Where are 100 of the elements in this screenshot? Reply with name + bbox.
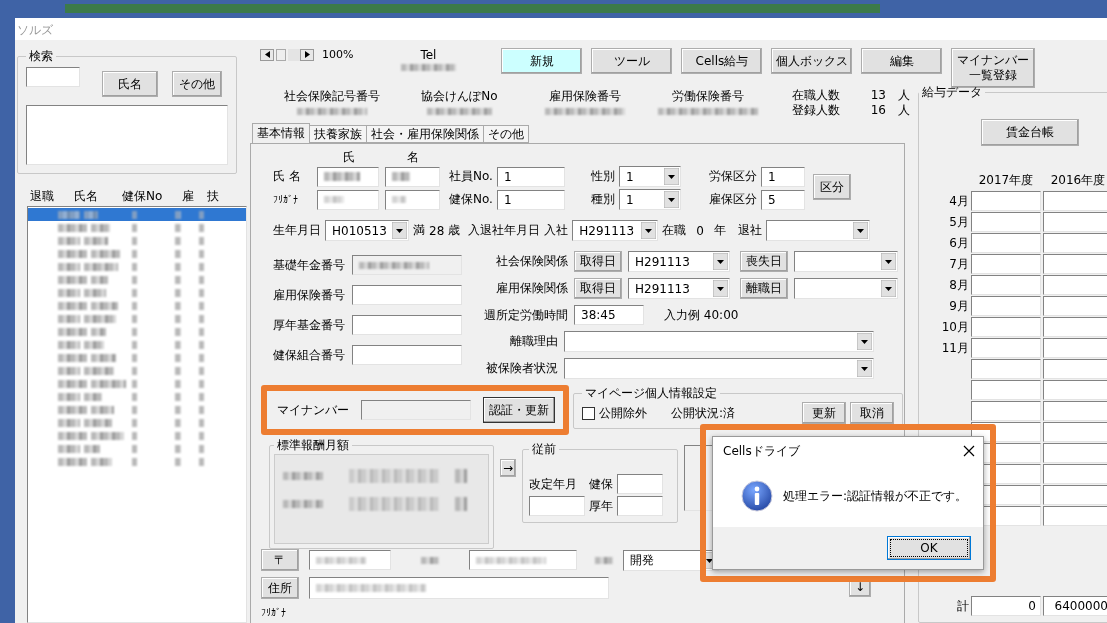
- category-button[interactable]: 区分: [812, 174, 851, 200]
- salary-cell[interactable]: [1043, 275, 1107, 295]
- salary-cell[interactable]: [971, 317, 1041, 337]
- dropdown-arrow-icon[interactable]: [881, 280, 896, 297]
- address-button[interactable]: 住所: [261, 577, 299, 599]
- number-field[interactable]: [352, 345, 462, 365]
- salary-cell[interactable]: [971, 191, 1041, 211]
- salary-cell[interactable]: [1043, 422, 1107, 442]
- employee-list[interactable]: [27, 206, 247, 623]
- toolbar-button[interactable]: 個人ボックス: [771, 48, 853, 74]
- kana-field[interactable]: [317, 189, 379, 210]
- salary-cell[interactable]: [971, 380, 1041, 400]
- date-button[interactable]: 喪失日: [740, 251, 788, 272]
- date-dropdown[interactable]: [794, 251, 898, 272]
- salary-cell[interactable]: [1043, 380, 1107, 400]
- dropdown[interactable]: 1: [618, 189, 681, 210]
- dropdown-arrow-icon[interactable]: [713, 280, 728, 297]
- address-field[interactable]: [309, 577, 609, 599]
- salary-cell[interactable]: [971, 338, 1041, 358]
- salary-cell[interactable]: [971, 254, 1041, 274]
- toolbar-button[interactable]: ツール: [591, 48, 673, 74]
- date-dropdown[interactable]: H291113: [628, 251, 730, 272]
- date-button[interactable]: 取得日: [574, 251, 622, 272]
- scroll-right-button[interactable]: [300, 48, 314, 61]
- dropdown-arrow-icon[interactable]: [857, 333, 872, 350]
- salary-cell[interactable]: [1043, 401, 1107, 421]
- dropdown-arrow-icon[interactable]: [663, 168, 679, 185]
- salary-cell[interactable]: [1043, 317, 1107, 337]
- date-button[interactable]: 取得日: [574, 278, 622, 299]
- dropdown-arrow-icon[interactable]: [857, 360, 872, 377]
- date-dropdown[interactable]: [794, 278, 898, 299]
- salary-cell[interactable]: [971, 359, 1041, 379]
- dropdown[interactable]: [564, 358, 874, 379]
- date-dropdown[interactable]: H010513: [325, 220, 409, 241]
- dropdown[interactable]: 1: [618, 166, 681, 187]
- text-field[interactable]: 5: [760, 189, 805, 210]
- text-field[interactable]: 1: [496, 166, 565, 187]
- tab[interactable]: 扶養家族: [309, 125, 367, 143]
- search-button[interactable]: 氏名: [102, 71, 158, 97]
- toolbar-button[interactable]: 新規: [501, 48, 583, 74]
- phone-field[interactable]: [469, 550, 577, 570]
- kana-field[interactable]: [385, 189, 440, 210]
- salary-cell[interactable]: [1043, 464, 1107, 484]
- date-dropdown[interactable]: H291113: [628, 278, 730, 299]
- result-listbox[interactable]: [26, 105, 228, 165]
- toolbar-button[interactable]: マイナンバー 一覧登録: [951, 48, 1036, 88]
- scroll-thumb[interactable]: [276, 48, 286, 61]
- name-field[interactable]: [385, 166, 440, 187]
- salary-cell[interactable]: [971, 212, 1041, 232]
- date-button[interactable]: 離職日: [740, 278, 788, 299]
- zip-field[interactable]: [309, 550, 391, 570]
- date-dropdown[interactable]: [765, 220, 870, 241]
- dropdown-arrow-icon[interactable]: [392, 222, 407, 239]
- salary-cell[interactable]: [971, 233, 1041, 253]
- number-field[interactable]: [352, 315, 462, 335]
- cancel-button[interactable]: 取消: [850, 402, 894, 424]
- dropdown-arrow-icon[interactable]: [663, 191, 679, 208]
- salary-cell[interactable]: [1043, 212, 1107, 232]
- number-field[interactable]: [352, 255, 462, 275]
- salary-cell[interactable]: [1043, 338, 1107, 358]
- tab[interactable]: 社会・雇用保険関係: [366, 125, 484, 143]
- ok-button[interactable]: OK: [887, 536, 971, 560]
- dropdown-arrow-icon[interactable]: [713, 253, 728, 270]
- dropdown[interactable]: [564, 331, 874, 352]
- number-field[interactable]: [352, 285, 462, 305]
- dropdown-arrow-icon[interactable]: [852, 222, 868, 239]
- date-dropdown[interactable]: H291113: [572, 220, 659, 241]
- dropdown-arrow-icon[interactable]: [641, 222, 657, 239]
- salary-cell[interactable]: [1043, 359, 1107, 379]
- scroll-left-button[interactable]: [260, 48, 274, 61]
- salary-cell[interactable]: [1043, 296, 1107, 316]
- ledger-button[interactable]: 賃金台帳: [981, 119, 1079, 146]
- hours-field[interactable]: 38:45: [574, 305, 644, 325]
- text-field[interactable]: 1: [496, 189, 565, 210]
- salary-cell[interactable]: [971, 401, 1041, 421]
- toolbar-button[interactable]: Cells給与: [681, 48, 763, 74]
- salary-cell[interactable]: [1043, 485, 1107, 505]
- text-field[interactable]: [529, 496, 585, 516]
- zip-button[interactable]: 〒: [261, 549, 299, 571]
- dropdown-arrow-icon[interactable]: [881, 253, 896, 270]
- search-field[interactable]: [26, 67, 80, 87]
- close-icon[interactable]: [963, 445, 975, 457]
- toolbar-button[interactable]: 編集: [861, 48, 943, 74]
- salary-cell[interactable]: [1043, 233, 1107, 253]
- salary-cell[interactable]: [971, 296, 1041, 316]
- tab[interactable]: 基本情報: [252, 123, 310, 143]
- salary-cell[interactable]: [1043, 443, 1107, 463]
- salary-cell[interactable]: [1043, 254, 1107, 274]
- update-button[interactable]: 更新: [802, 402, 846, 424]
- text-field[interactable]: [617, 474, 663, 494]
- salary-cell[interactable]: [1043, 506, 1107, 526]
- tab[interactable]: その他: [483, 125, 529, 143]
- copy-arrow-button[interactable]: →: [500, 459, 516, 477]
- name-field[interactable]: [317, 166, 379, 187]
- salary-cell[interactable]: [971, 275, 1041, 295]
- salary-cell[interactable]: [1043, 191, 1107, 211]
- text-field[interactable]: [617, 496, 663, 516]
- text-field[interactable]: 1: [760, 166, 805, 187]
- checkbox[interactable]: [582, 406, 595, 420]
- search-button[interactable]: その他: [172, 71, 222, 97]
